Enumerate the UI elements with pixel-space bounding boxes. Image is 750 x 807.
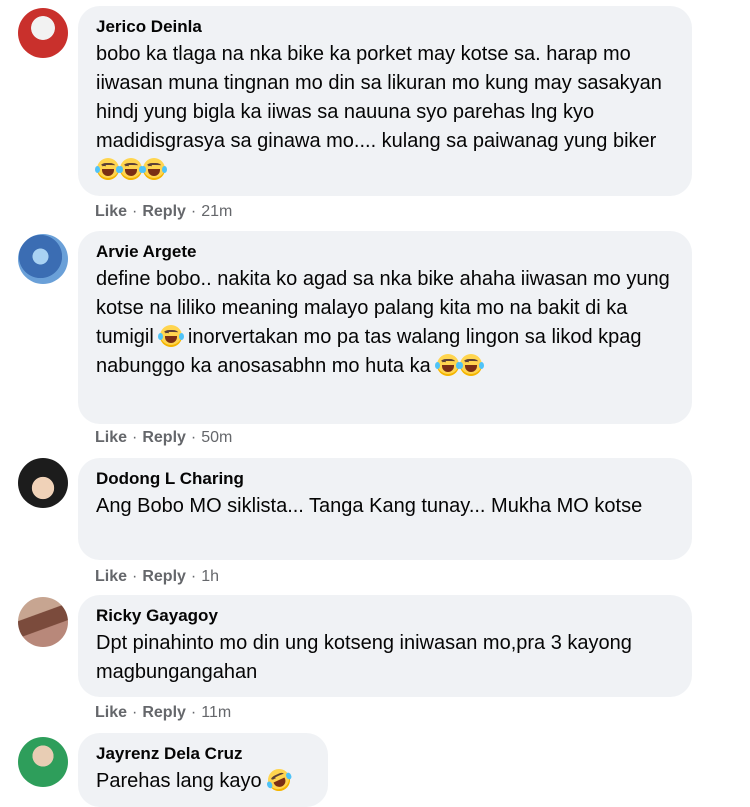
reply-button[interactable]: Reply xyxy=(142,704,186,721)
reply-button[interactable]: Reply xyxy=(142,203,186,220)
like-button[interactable]: Like xyxy=(95,429,127,446)
comment-timestamp[interactable]: 21m xyxy=(201,203,232,220)
comment-text: Ang Bobo MO siklista... Tanga Kang tunay… xyxy=(96,495,643,517)
comment-author[interactable]: Dodong L Charing xyxy=(96,468,674,490)
comment-text: define bobo.. nakita ko agad sa nka bike… xyxy=(96,265,674,381)
comment-body: Parehas lang kayo xyxy=(96,770,262,792)
comment-actions: Like · Reply · 21m xyxy=(95,202,232,222)
rolling-on-the-floor-laughing-icon xyxy=(264,765,294,795)
comment-timestamp[interactable]: 11m xyxy=(201,704,231,721)
comment-bubble: Ricky Gayagoy Dpt pinahinto mo din ung k… xyxy=(78,595,692,697)
comment-bubble: Jayrenz Dela Cruz Parehas lang kayo xyxy=(78,733,328,807)
comment-timestamp[interactable]: 1h xyxy=(201,568,219,585)
comment-author[interactable]: Jayrenz Dela Cruz xyxy=(96,743,310,765)
comment-actions: Like · Reply · 11m xyxy=(95,703,231,723)
comment-text: Dpt pinahinto mo din ung kotseng iniwasa… xyxy=(96,632,632,683)
comment-bubble: Dodong L Charing Ang Bobo MO siklista...… xyxy=(78,458,692,560)
like-button[interactable]: Like xyxy=(95,704,127,721)
face-with-tears-of-joy-icon xyxy=(141,158,167,180)
comment-bubble: Jerico Deinla bobo ka tlaga na nka bike … xyxy=(78,6,692,196)
avatar[interactable] xyxy=(18,8,68,58)
avatar[interactable] xyxy=(18,597,68,647)
separator: · xyxy=(132,568,138,585)
comment-actions: Like · Reply · 50m xyxy=(95,428,232,448)
comment-author[interactable]: Ricky Gayagoy xyxy=(96,605,674,627)
face-with-tears-of-joy-icon xyxy=(118,158,144,180)
separator: · xyxy=(190,704,197,721)
face-with-tears-of-joy-icon xyxy=(158,325,185,347)
comment-timestamp[interactable]: 50m xyxy=(201,429,232,446)
separator: · xyxy=(132,704,138,721)
separator: · xyxy=(132,429,138,446)
comment-bubble: Arvie Argete define bobo.. nakita ko aga… xyxy=(78,231,692,424)
comment-author[interactable]: Jerico Deinla xyxy=(96,16,674,38)
like-button[interactable]: Like xyxy=(95,568,127,585)
separator: · xyxy=(132,203,138,220)
avatar[interactable] xyxy=(18,458,68,508)
face-with-tears-of-joy-icon xyxy=(458,354,485,376)
comment-text: Parehas lang kayo xyxy=(96,765,310,796)
avatar[interactable] xyxy=(18,737,68,787)
avatar[interactable] xyxy=(18,234,68,284)
comment-body: bobo ka tlaga na nka bike ka porket may … xyxy=(96,43,662,152)
comment-actions: Like · Reply · 1h xyxy=(95,567,219,587)
reply-button[interactable]: Reply xyxy=(142,568,186,585)
face-with-tears-of-joy-icon xyxy=(435,354,462,376)
separator: · xyxy=(190,568,197,585)
separator: · xyxy=(190,429,197,446)
face-with-tears-of-joy-icon xyxy=(95,158,121,180)
comment-text: bobo ka tlaga na nka bike ka porket may … xyxy=(95,40,674,185)
separator: · xyxy=(190,203,197,220)
comment-author[interactable]: Arvie Argete xyxy=(96,241,674,263)
like-button[interactable]: Like xyxy=(95,203,127,220)
reply-button[interactable]: Reply xyxy=(142,429,186,446)
